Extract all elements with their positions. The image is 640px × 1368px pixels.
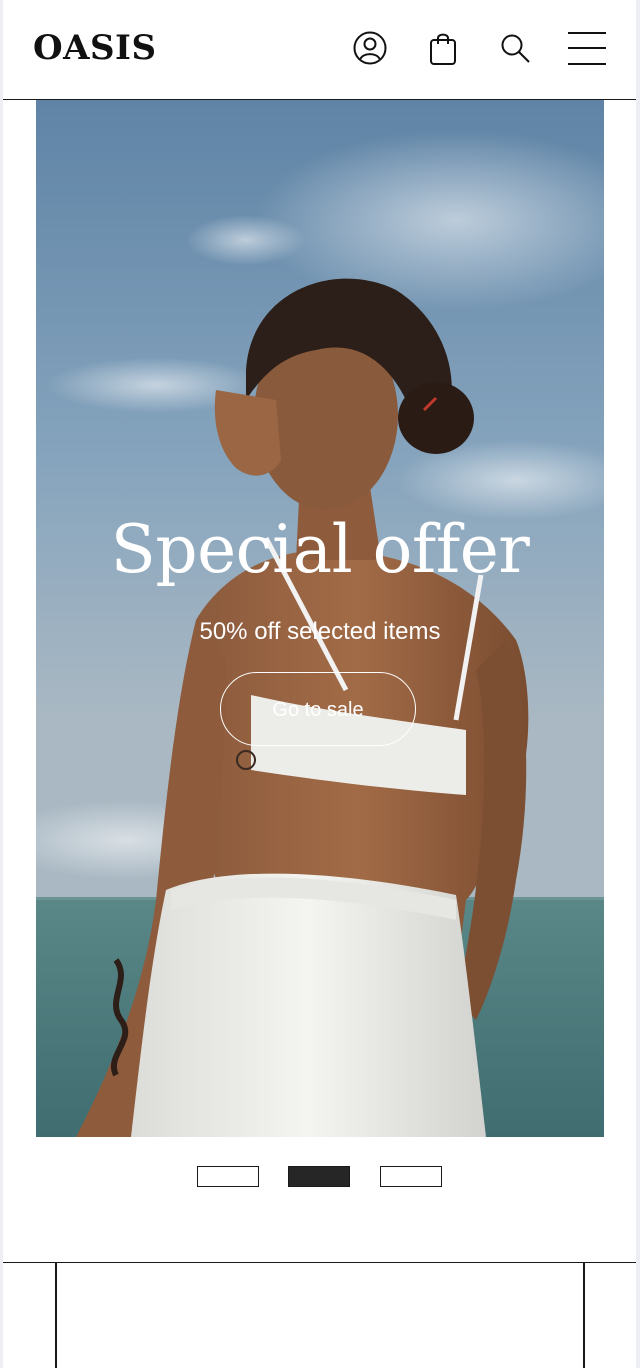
search-icon[interactable] [495, 28, 535, 68]
carousel-dot-2[interactable] [288, 1166, 350, 1187]
next-section [3, 1262, 636, 1368]
divider-left [55, 1263, 57, 1368]
hero-subtitle: 50% off selected items [199, 618, 441, 645]
shopping-bag-icon[interactable] [423, 28, 463, 68]
carousel-dot-1[interactable] [197, 1166, 259, 1187]
page: OASIS Special offer 50% off selected ite… [3, 0, 636, 1368]
menu-icon[interactable] [566, 28, 608, 68]
carousel-indicators [3, 1166, 636, 1188]
logo[interactable]: OASIS [33, 26, 157, 70]
go-to-sale-button[interactable]: Go to sale [220, 672, 416, 746]
site-header: OASIS [3, 0, 636, 100]
carousel-dot-3[interactable] [380, 1166, 442, 1187]
hero-title: Special offer [110, 511, 530, 588]
divider-right [583, 1263, 585, 1368]
account-icon[interactable] [350, 28, 390, 68]
hero-banner: Special offer 50% off selected items Go … [36, 100, 604, 1137]
